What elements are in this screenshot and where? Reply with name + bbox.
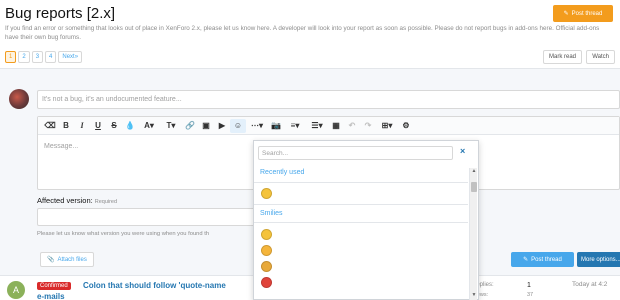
preview-icon[interactable]: ⚙ (398, 119, 414, 133)
text-color-icon[interactable]: 💧 (122, 119, 138, 133)
smilies-icon[interactable]: ☺ (230, 118, 246, 133)
list-icon[interactable]: ☰▾ (306, 119, 328, 133)
divider (254, 182, 468, 183)
align-icon[interactable]: ≡▾ (284, 119, 306, 133)
submit-post-thread-label: Post thread (531, 256, 562, 263)
thread-title-line1[interactable]: Colon that should follow 'quote-name (83, 281, 226, 290)
affected-version-hint: Please let us know what version you were… (37, 231, 210, 237)
divider (254, 204, 468, 205)
attach-files-button[interactable]: 📎 Attach files (40, 252, 94, 267)
link-icon[interactable]: 🔗 (182, 119, 198, 133)
toggle-bbcode-icon[interactable]: ⊞▾ (376, 119, 398, 133)
more-text-icon[interactable]: ⋯▾ (246, 119, 268, 133)
scroll-thumb[interactable] (471, 182, 477, 192)
confirmed-badge: Confirmed (37, 282, 71, 290)
required-hint: Required (94, 199, 118, 205)
font-family-icon[interactable]: T▾ (160, 119, 182, 133)
strikethrough-icon[interactable]: S (106, 119, 122, 133)
affected-version-label: Affected version: Required (37, 196, 117, 205)
emoji-search-input[interactable]: Search... (258, 146, 453, 160)
views-count: 37 (527, 292, 534, 298)
editor-toolbar: ⌫ B I U S 💧 A▾ T▾ 🔗 ▣ ▶ ☺ ⋯▾ 📷 ≡▾ ☰▾ ▦ ↶… (38, 117, 619, 135)
pen-icon: ✎ (563, 11, 569, 17)
thread-title-input[interactable]: It's not a bug, it's an undocumented fea… (37, 90, 620, 109)
close-icon[interactable]: × (460, 146, 465, 156)
font-size-icon[interactable]: A▾ (138, 119, 160, 133)
affected-version-text: Affected version: (37, 196, 93, 205)
page-title: Bug reports [2.x] (5, 5, 116, 22)
page-4[interactable]: 4 (45, 51, 57, 63)
mad-emoji-icon[interactable] (261, 277, 272, 288)
underline-icon[interactable]: U (90, 119, 106, 133)
emoji-picker-popup: Search... × Recently used Smilies ▲ ▼ (253, 140, 479, 300)
image-icon[interactable]: ▣ (198, 119, 214, 133)
scroll-up-arrow-icon[interactable]: ▲ (470, 168, 478, 176)
insert-image-icon[interactable]: 📷 (268, 119, 284, 133)
frown-emoji-icon[interactable] (261, 261, 272, 272)
bold-icon[interactable]: B (58, 119, 74, 133)
forum-description: If you find an error or something that l… (5, 25, 600, 41)
message-placeholder: Message... (44, 143, 79, 150)
italic-icon[interactable]: I (74, 119, 90, 133)
watch-button[interactable]: Watch (586, 50, 615, 64)
pagination: 1 2 3 4 Next» (5, 51, 83, 63)
submit-post-thread-button[interactable]: ✎ Post thread (511, 252, 574, 267)
next-page[interactable]: Next» (58, 51, 83, 63)
wink-emoji-icon[interactable] (261, 245, 272, 256)
mark-read-button[interactable]: Mark read (542, 50, 582, 64)
replies-count: 1 (527, 282, 531, 289)
media-icon[interactable]: ▶ (214, 119, 230, 133)
thread-title-line2[interactable]: e-mails (37, 292, 65, 300)
clear-format-icon[interactable]: ⌫ (42, 119, 58, 133)
smilies-heading: Smilies (260, 210, 283, 217)
post-thread-label: Post thread (571, 10, 603, 17)
emoji-scrollbar[interactable]: ▲ ▼ (469, 168, 477, 300)
recently-used-heading: Recently used (260, 169, 305, 176)
user-avatar[interactable] (9, 89, 29, 109)
smile-emoji-icon[interactable] (261, 229, 272, 240)
thread-avatar[interactable]: A (7, 281, 25, 299)
scroll-down-arrow-icon[interactable]: ▼ (470, 292, 478, 300)
smile-emoji-icon[interactable] (261, 188, 272, 199)
page-1[interactable]: 1 (5, 51, 17, 63)
paperclip-icon: 📎 (47, 257, 55, 263)
divider (254, 222, 468, 223)
last-post-date[interactable]: Today at 4:2 (572, 281, 607, 288)
post-thread-button[interactable]: ✎ Post thread (553, 5, 613, 22)
attach-files-label: Attach files (57, 256, 87, 263)
redo-icon[interactable]: ↷ (360, 119, 376, 133)
page-3[interactable]: 3 (31, 51, 44, 63)
undo-icon[interactable]: ↶ (344, 119, 360, 133)
pen-icon: ✎ (523, 257, 529, 263)
page-2[interactable]: 2 (18, 51, 30, 63)
table-icon[interactable]: ▦ (328, 119, 344, 133)
more-options-button[interactable]: More options... (577, 252, 620, 267)
